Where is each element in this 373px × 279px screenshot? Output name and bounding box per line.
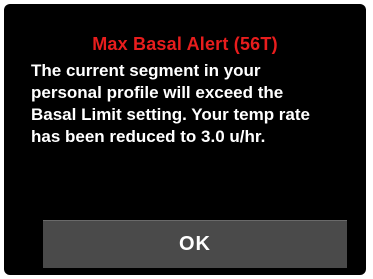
- alert-message-line: Basal Limit setting. Your temp rate: [31, 105, 310, 124]
- alert-message-line: has been reduced to 3.0 u/hr.: [31, 127, 266, 146]
- alert-message-line: The current segment in your: [31, 61, 261, 80]
- alert-screen: Max Basal Alert (56T) The current segmen…: [4, 4, 366, 275]
- alert-message: The current segment in your personal pro…: [31, 60, 351, 148]
- alert-title: Max Basal Alert (56T): [92, 34, 278, 54]
- alert-message-line: personal profile will exceed the: [31, 83, 284, 102]
- ok-button[interactable]: OK: [43, 220, 347, 268]
